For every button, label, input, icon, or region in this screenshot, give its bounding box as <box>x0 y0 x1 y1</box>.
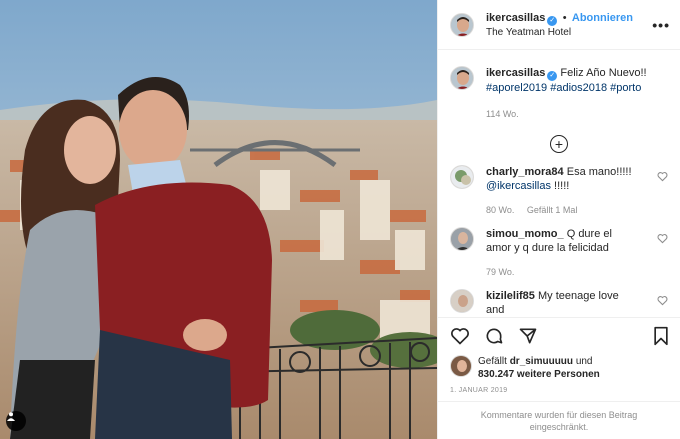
plus-circle-icon[interactable]: + <box>550 135 568 153</box>
caption-time[interactable]: 114 Wo. <box>486 109 519 119</box>
post-header: ikercasillas ✓ • Abonnieren The Yeatman H… <box>438 0 680 50</box>
likes-summary: Gefällt dr_simuuuuu und 830.247 weitere … <box>438 355 680 381</box>
commenter-avatar[interactable] <box>450 289 474 313</box>
comment-username[interactable]: charly_mora84 <box>486 166 564 178</box>
comment-likes[interactable]: Gefällt 1 Mal <box>527 205 578 215</box>
more-options-icon[interactable]: ••• <box>652 17 670 33</box>
comment-item: kizilelif85 My teenage love and <box>450 289 668 317</box>
verified-badge-icon: ✓ <box>547 71 558 81</box>
comment-mention[interactable]: @ikercasillas <box>486 180 551 192</box>
comment-item: simou_momo_ Q dure el amor y q dure la f… <box>450 227 668 279</box>
comment-item: charly_mora84 Esa mano!!!!! @ikercasilla… <box>450 165 668 217</box>
likes-joiner: und <box>575 356 593 367</box>
comment-username[interactable]: simou_momo_ <box>486 228 564 240</box>
comment-text-suffix: !!!!! <box>550 180 570 192</box>
likes-count[interactable]: 830.247 weitere Personen <box>478 369 600 380</box>
liker-username[interactable]: dr_simuuuuu <box>510 356 573 367</box>
comment-time[interactable]: 79 Wo. <box>486 267 514 277</box>
comment-time[interactable]: 80 Wo. <box>486 205 514 215</box>
verified-badge-icon: ✓ <box>547 15 558 26</box>
load-more-comments[interactable]: + <box>450 135 668 153</box>
comment-text: Esa mano!!!!! <box>566 166 632 178</box>
caption-text: Feliz Año Nuevo!! <box>560 67 647 79</box>
instagram-post: ikercasillas ✓ • Abonnieren The Yeatman H… <box>0 0 680 439</box>
comments-list[interactable]: ikercasillas ✓ Feliz Año Nuevo!! #aporel2… <box>438 50 680 317</box>
photo-illustration <box>0 0 437 439</box>
comments-restricted-notice: Kommentare wurden für diesen Beitrag ein… <box>438 401 680 439</box>
like-heart-icon[interactable] <box>450 326 470 346</box>
likes-prefix: Gefällt <box>478 356 507 367</box>
post-caption: ikercasillas ✓ Feliz Año Nuevo!! #aporel2… <box>450 66 668 121</box>
commenter-avatar[interactable] <box>450 227 474 251</box>
comment-username[interactable]: kizilelif85 <box>486 290 535 302</box>
comment-heart-icon[interactable] <box>657 295 668 306</box>
liker-avatar[interactable] <box>450 355 472 377</box>
location-link[interactable]: The Yeatman Hotel <box>486 26 633 40</box>
share-send-icon[interactable] <box>518 326 538 346</box>
comment-heart-icon[interactable] <box>657 233 668 244</box>
separator-dot: • <box>562 11 567 24</box>
post-sidebar: ikercasillas ✓ • Abonnieren The Yeatman H… <box>437 0 680 439</box>
post-photo[interactable] <box>0 0 437 439</box>
user-tag-icon[interactable] <box>6 411 26 431</box>
follow-button[interactable]: Abonnieren <box>572 12 633 24</box>
post-date[interactable]: 1. JANUAR 2019 <box>438 387 680 394</box>
author-avatar[interactable] <box>450 12 474 37</box>
action-bar <box>438 317 680 353</box>
comment-bubble-icon[interactable] <box>484 326 504 346</box>
author-username[interactable]: ikercasillas <box>486 12 545 24</box>
caption-hashtags[interactable]: #aporel2019 #adios2018 #porto <box>486 82 641 94</box>
comment-heart-icon[interactable] <box>657 171 668 182</box>
commenter-avatar[interactable] <box>450 165 474 189</box>
caption-avatar[interactable] <box>450 66 474 90</box>
save-bookmark-icon[interactable] <box>652 326 670 346</box>
caption-username[interactable]: ikercasillas <box>486 67 545 79</box>
